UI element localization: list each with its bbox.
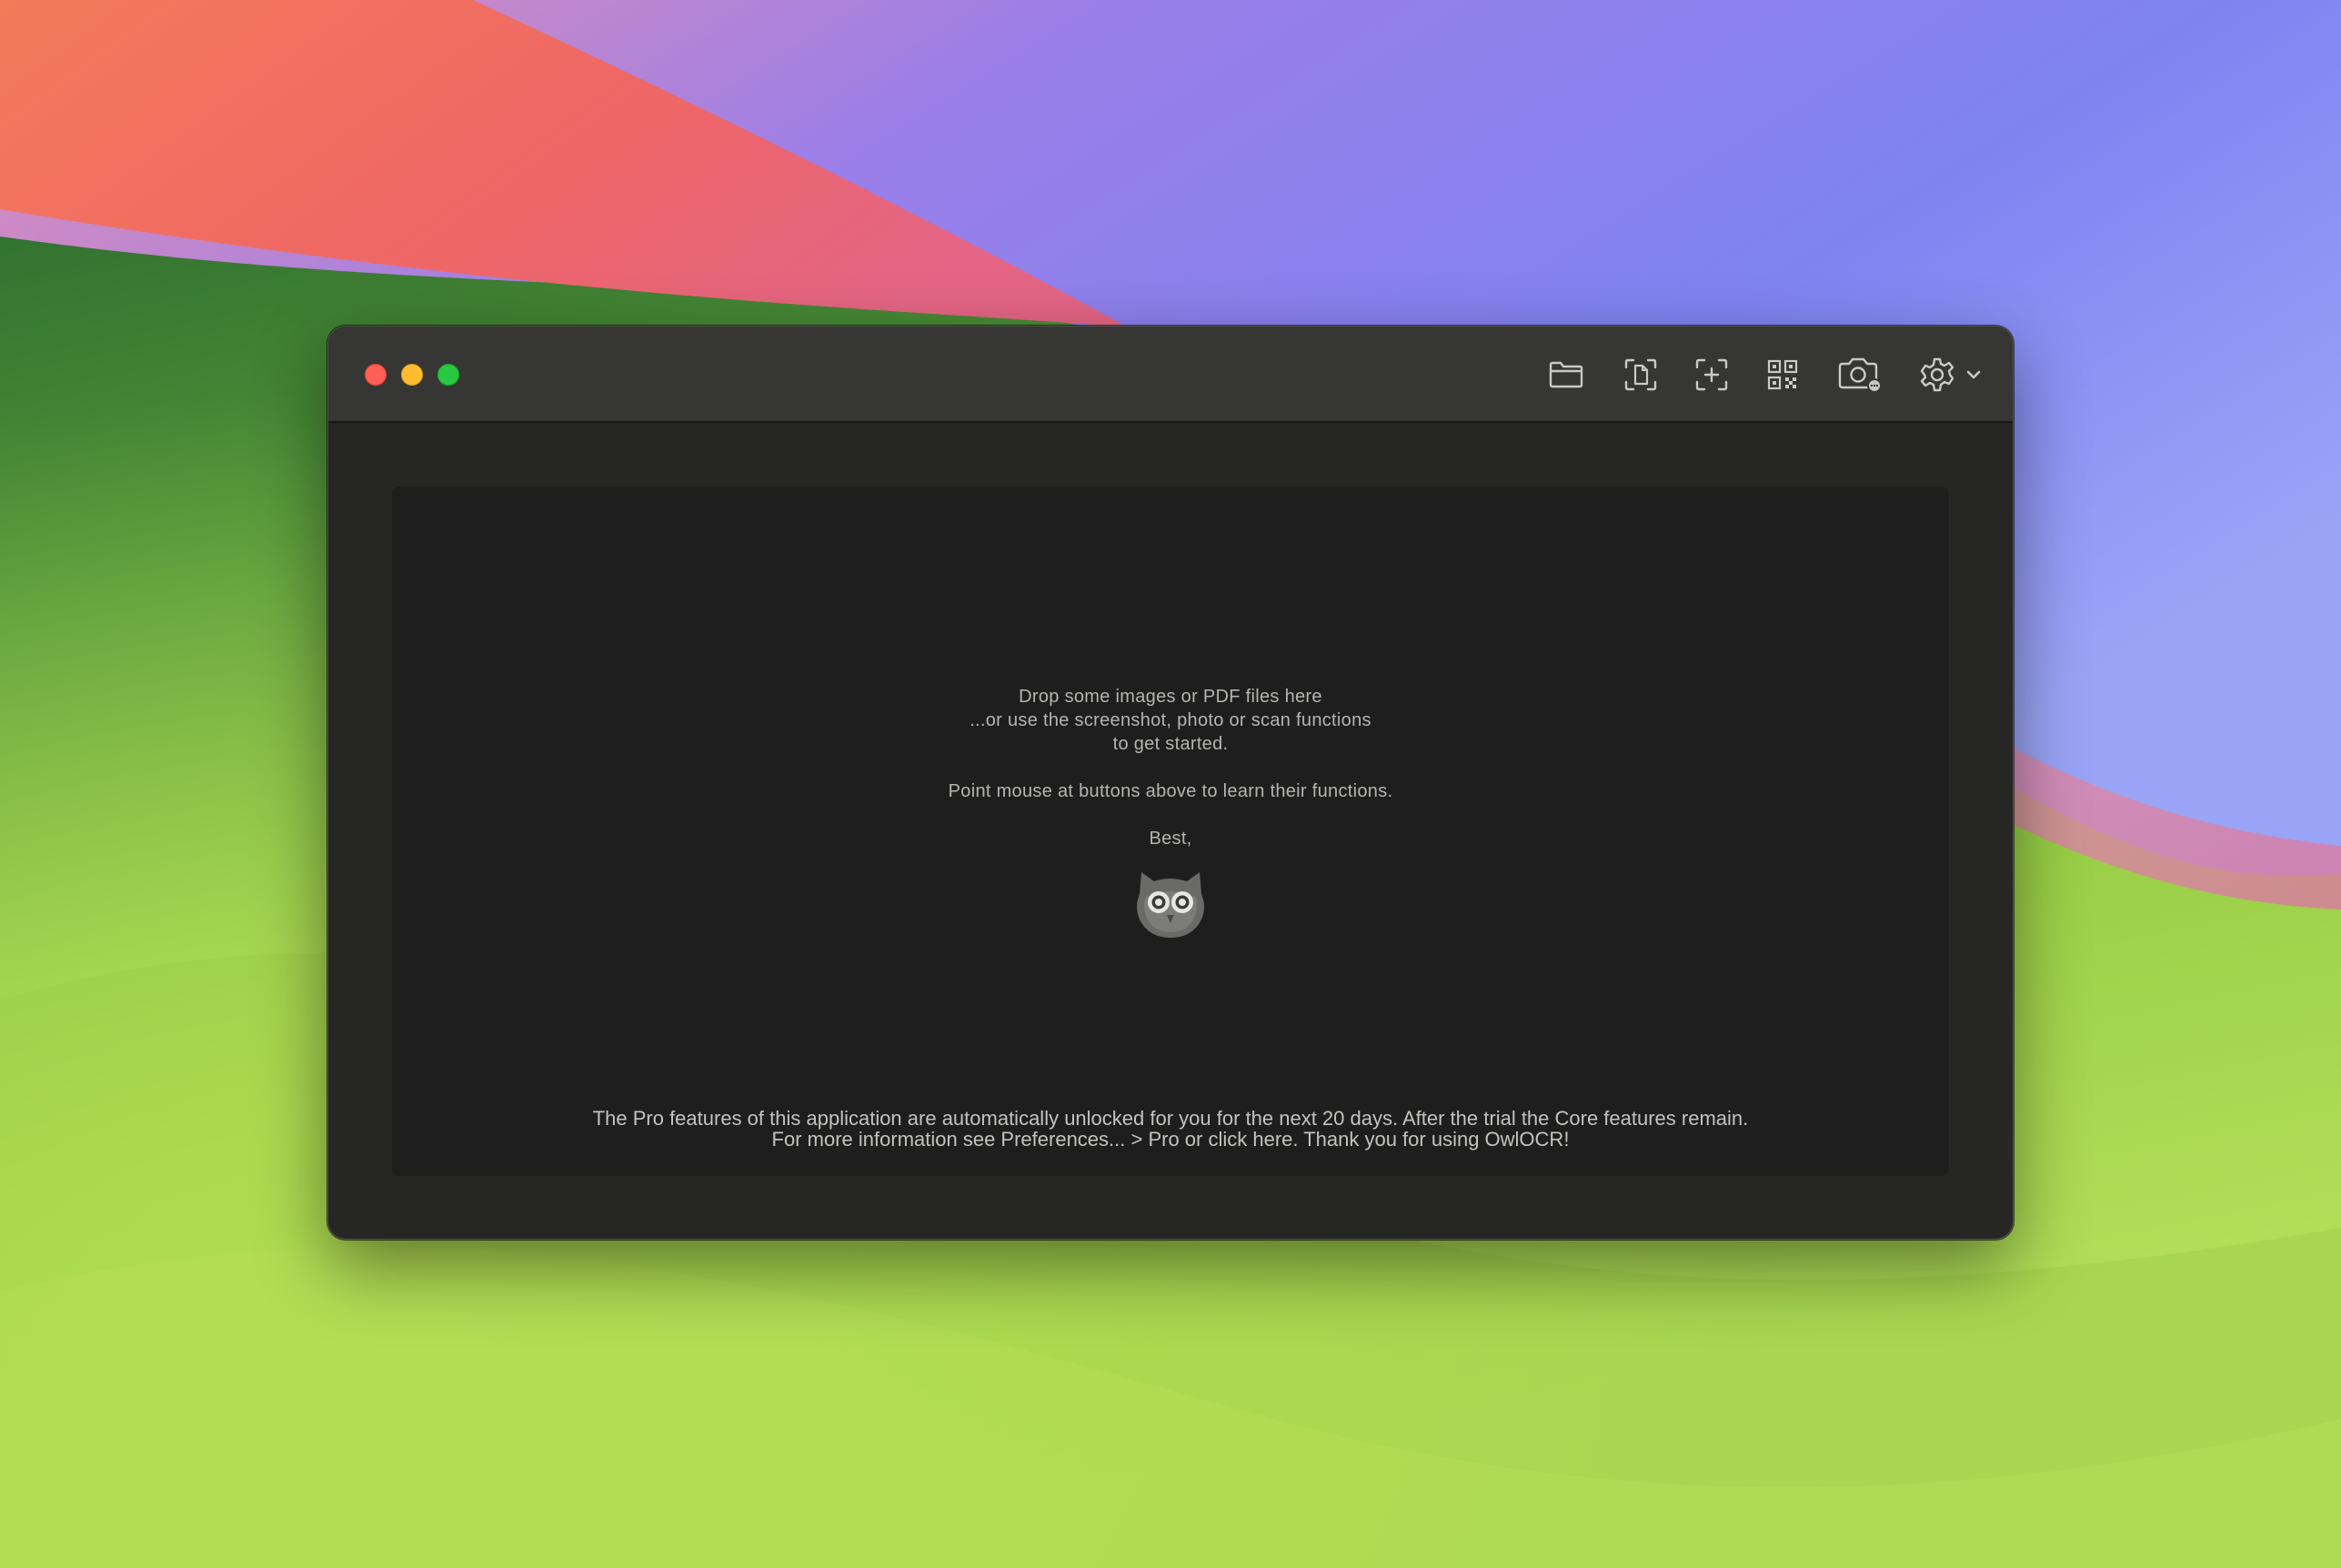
drop-zone[interactable]: Drop some images or PDF files here ...or…	[392, 487, 1949, 1176]
document-scan-icon	[1624, 358, 1657, 391]
gear-icon	[1920, 357, 1954, 392]
owl-icon	[1137, 872, 1204, 938]
settings-menu-button[interactable]	[1914, 354, 1987, 396]
camera-button[interactable]	[1833, 354, 1887, 396]
welcome-line-3: to get started.	[1112, 734, 1229, 754]
qr-code-button[interactable]	[1762, 354, 1803, 396]
zoom-window-button[interactable]	[437, 364, 459, 386]
close-window-button[interactable]	[365, 364, 387, 386]
document-scan-button[interactable]	[1620, 354, 1662, 396]
welcome-signoff: Best,	[1149, 829, 1192, 849]
qr-code-icon	[1767, 359, 1798, 390]
open-file-button[interactable]	[1545, 354, 1587, 396]
screenshot-area-icon	[1695, 358, 1728, 391]
screenshot-area-button[interactable]	[1691, 354, 1733, 396]
trial-notice-line-1: The Pro features of this application are…	[592, 1107, 1749, 1130]
welcome-message: Drop some images or PDF files here ...or…	[392, 685, 1949, 850]
trial-notice-line-2[interactable]: For more information see Preferences... …	[392, 1129, 1949, 1150]
welcome-line-4: Point mouse at buttons above to learn th…	[948, 781, 1393, 801]
minimize-window-button[interactable]	[401, 364, 423, 386]
welcome-line-2: ...or use the screenshot, photo or scan …	[970, 710, 1371, 730]
camera-icon	[1838, 357, 1882, 393]
welcome-line-1: Drop some images or PDF files here	[1019, 687, 1322, 707]
chevron-down-icon	[1966, 370, 1981, 379]
owlocr-window: Drop some images or PDF files here ...or…	[327, 326, 2014, 1240]
folder-icon	[1549, 361, 1583, 388]
trial-notice[interactable]: The Pro features of this application are…	[392, 1108, 1949, 1150]
title-bar[interactable]	[328, 327, 2013, 423]
